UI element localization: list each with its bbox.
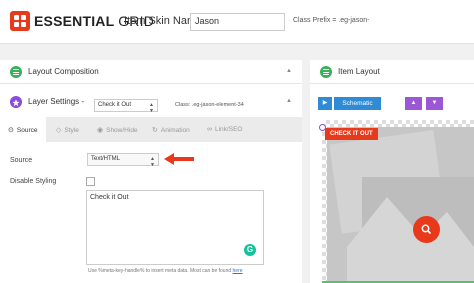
essential-grid-logo-icon xyxy=(10,11,30,31)
settings-tabs: ⊙ Source ◇ Style ◉ Show/Hide ↻ Animation ∞ Li… xyxy=(0,117,302,142)
disable-styling-checkbox[interactable] xyxy=(86,177,95,186)
hint-link[interactable]: here xyxy=(233,268,243,274)
move-up-button[interactable]: ▲ xyxy=(405,97,422,110)
skin-name-input[interactable]: Jason xyxy=(190,13,285,31)
tab-source[interactable]: ⊙ Source xyxy=(0,117,46,142)
tab-animation[interactable]: ↻ Animation xyxy=(152,117,202,142)
droplet-icon: ◇ xyxy=(56,127,62,134)
layer-select-value: Check it Out xyxy=(98,102,132,108)
collapse-chevron-icon[interactable]: ▲ xyxy=(286,68,292,74)
schematic-button[interactable]: Schematic xyxy=(334,97,381,110)
image-placeholder-icon xyxy=(329,130,474,283)
tab-style[interactable]: ◇ Style xyxy=(56,117,96,142)
item-layout-title: Item Layout xyxy=(338,67,380,76)
grid-icon xyxy=(320,66,332,78)
text-content-textarea[interactable]: Check it Out xyxy=(86,190,264,265)
list-icon xyxy=(10,66,22,78)
collapse-chevron-icon[interactable]: ▲ xyxy=(286,98,292,104)
tab-show-hide[interactable]: ◉ Show/Hide xyxy=(97,117,147,142)
top-header: ESSENTIAL GRID Item Skin Name: Jason Cla… xyxy=(0,0,474,44)
grammarly-icon[interactable]: G xyxy=(244,244,256,256)
placeholder-image xyxy=(327,127,474,283)
eye-icon: ◉ xyxy=(97,127,104,134)
layout-composition-title: Layout Composition xyxy=(28,67,99,76)
layer-select[interactable]: Check it Out ▲ ▼ xyxy=(94,99,158,114)
select-arrows-icon: ▲ ▼ xyxy=(149,102,154,114)
move-down-button[interactable]: ▼ xyxy=(426,97,443,110)
source-select[interactable]: Text/HTML ▲ ▼ xyxy=(87,153,159,168)
layout-composition-header[interactable]: Layout Composition ▲ xyxy=(0,60,302,84)
tab-link-seo[interactable]: ∞ Link/SEO xyxy=(207,117,257,142)
check-it-out-layer[interactable]: CHECK IT OUT xyxy=(325,128,378,140)
right-panel: Item Layout ▶ Schematic ▲ ▼ CHECK IT OUT xyxy=(310,60,474,283)
item-preview xyxy=(322,120,474,283)
item-layout-header: Item Layout xyxy=(310,60,474,84)
layer-handle[interactable] xyxy=(319,124,326,131)
source-select-value: Text/HTML xyxy=(91,156,121,162)
disable-styling-label: Disable Styling xyxy=(10,178,57,185)
search-icon[interactable] xyxy=(413,216,440,243)
source-label: Source xyxy=(10,157,33,164)
refresh-icon: ↻ xyxy=(152,127,158,134)
logo-bold: ESSENTIAL xyxy=(34,13,115,29)
star-icon xyxy=(10,96,22,108)
textarea-value: Check it Out xyxy=(90,194,129,201)
meta-hint: Use %meta-key-handle% to insert meta dat… xyxy=(88,268,243,274)
left-panel: Layout Composition ▲ Layer Settings - ▲ … xyxy=(0,60,302,283)
play-button[interactable]: ▶ xyxy=(318,97,332,110)
link-icon: ∞ xyxy=(207,126,212,133)
element-class-label: Class: .eg-jason-element-34 xyxy=(175,102,244,108)
target-icon: ⊙ xyxy=(8,127,14,134)
layer-settings-title: Layer Settings - xyxy=(28,97,85,106)
select-arrows-icon: ▲ ▼ xyxy=(150,156,155,168)
class-prefix-label: Class Prefix = .eg-jason- xyxy=(293,17,370,24)
red-arrow-pointer-icon xyxy=(164,153,194,165)
